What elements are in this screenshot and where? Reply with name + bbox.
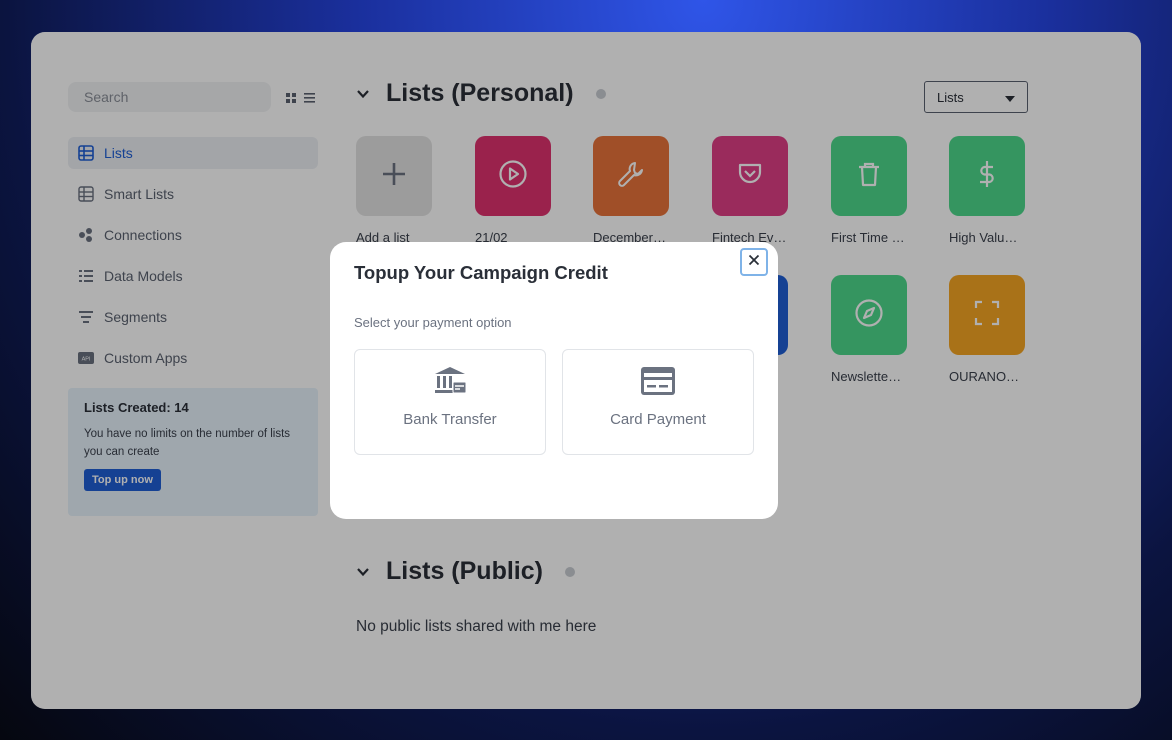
credit-card-icon (640, 366, 676, 401)
bank-transfer-label: Bank Transfer (403, 411, 497, 428)
bank-icon (434, 366, 467, 401)
bank-transfer-option[interactable]: Bank Transfer (354, 349, 546, 455)
card-payment-option[interactable]: Card Payment (562, 349, 754, 455)
payment-option-subtitle: Select your payment option (354, 315, 512, 330)
close-icon (748, 253, 760, 271)
close-button[interactable] (740, 248, 768, 276)
modal-title: Topup Your Campaign Credit (354, 262, 608, 283)
topup-modal: Topup Your Campaign Credit Select your p… (330, 242, 778, 519)
card-payment-label: Card Payment (610, 411, 706, 428)
